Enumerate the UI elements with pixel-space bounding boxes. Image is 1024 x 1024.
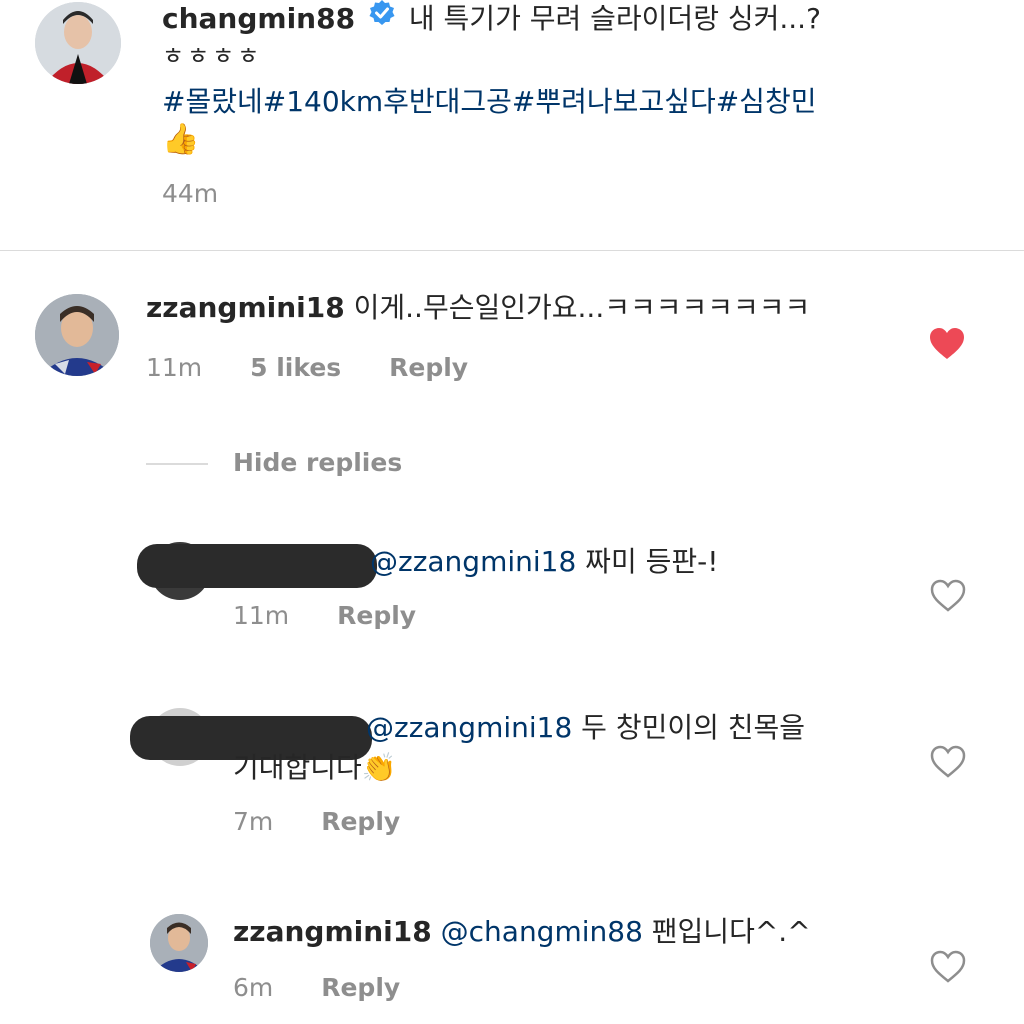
comment-meta: 11m 5 likes Reply <box>146 352 468 384</box>
reply-mention[interactable]: @changmin88 <box>441 915 643 948</box>
heart-outline-icon[interactable] <box>930 950 966 984</box>
avatar[interactable] <box>35 294 119 376</box>
hide-replies-line <box>146 463 208 465</box>
thumbs-up-emoji-icon: 👍 <box>162 122 200 157</box>
comment-line: zzangmini18 이게..무슨일인가요...ㅋㅋㅋㅋㅋㅋㅋㅋ <box>146 288 810 328</box>
reply-username[interactable]: zzangmini18 <box>233 915 432 948</box>
comment-likes-count[interactable]: 5 likes <box>250 353 341 382</box>
verified-badge-icon <box>368 0 396 38</box>
caption-hashtags[interactable]: #몰랐네#140km후반대그공#뿌려나보고싶다#심창민 <box>162 82 816 122</box>
reply-button[interactable]: Reply <box>337 601 416 630</box>
reply-timestamp: 11m <box>233 601 290 630</box>
reply-line: zzangmini18 @changmin88 팬입니다^.^ <box>233 912 811 952</box>
heart-filled-icon[interactable] <box>929 327 965 361</box>
reply-button[interactable]: Reply <box>389 353 468 382</box>
reply-button[interactable]: Reply <box>321 807 400 836</box>
caption-timestamp: 44m <box>162 179 219 208</box>
avatar[interactable] <box>35 2 121 84</box>
reply-text: 짜미 등판-! <box>576 545 719 578</box>
comment-username[interactable]: zzangmini18 <box>146 291 345 324</box>
avatar[interactable] <box>150 914 208 972</box>
divider <box>0 250 1024 251</box>
caption-line-2: ㅎㅎㅎㅎ <box>162 42 263 70</box>
reply-mention[interactable]: @zzangmini18 <box>366 711 572 744</box>
reply-meta: 11m Reply <box>233 600 416 632</box>
comment-timestamp: 11m <box>146 353 203 382</box>
reply-button[interactable]: Reply <box>321 973 400 1002</box>
reply-line-2: 기대합니다👏 <box>233 748 397 788</box>
hide-replies-button[interactable]: Hide replies <box>233 447 402 479</box>
heart-outline-icon[interactable] <box>930 745 966 779</box>
reply-meta: 7m Reply <box>233 806 400 838</box>
caption-text: 내 특기가 무려 슬라이더랑 싱커...? <box>408 2 821 35</box>
comment-text: 이게..무슨일인가요...ㅋㅋㅋㅋㅋㅋㅋㅋ <box>353 291 811 324</box>
reply-text: 팬입니다^.^ <box>642 915 811 948</box>
reply-text: 두 창민이의 친목을 <box>572 711 806 744</box>
redaction-bar <box>137 544 377 588</box>
reply-text-2: 기대합니다 <box>233 751 362 784</box>
clapping-hands-emoji-icon: 👏 <box>361 751 397 784</box>
reply-mention[interactable]: @zzangmini18 <box>370 545 576 578</box>
caption-username[interactable]: changmin88 <box>162 2 355 35</box>
reply-timestamp: 7m <box>233 807 274 836</box>
reply-line: @zzangmini18 두 창민이의 친목을 <box>366 708 805 748</box>
reply-timestamp: 6m <box>233 973 274 1002</box>
reply-line: @zzangmini18 짜미 등판-! <box>370 542 718 582</box>
heart-outline-icon[interactable] <box>930 579 966 613</box>
reply-meta: 6m Reply <box>233 972 400 1004</box>
